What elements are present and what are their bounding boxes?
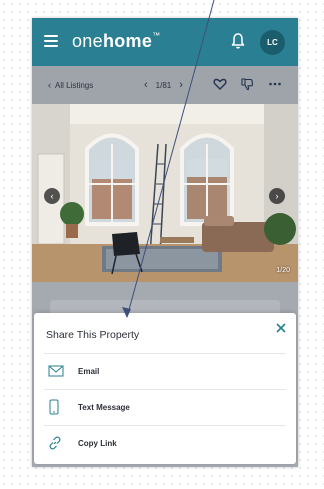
share-sheet: Share This Property Email Text Message C… — [34, 313, 296, 464]
phone-screen: onehome™ LC ‹ All Listings ‹ 1/81 › ‹ › … — [32, 18, 298, 467]
living-room-image — [32, 104, 298, 282]
share-email-option[interactable]: Email — [44, 353, 286, 388]
chevron-left-icon: ‹ — [50, 191, 54, 201]
all-listings-label: All Listings — [55, 80, 94, 90]
listing-pager: ‹ 1/81 › — [144, 79, 183, 91]
onehome-logo[interactable]: onehome™ — [72, 31, 160, 52]
logo-suffix: ™ — [152, 31, 161, 40]
share-sheet-title: Share This Property — [46, 329, 140, 341]
previous-photo-button[interactable]: ‹ — [44, 188, 60, 204]
phone-icon — [48, 399, 70, 415]
share-option-label: Email — [78, 366, 100, 376]
thumbs-down-icon[interactable] — [240, 77, 254, 91]
pager-text: 1/81 — [155, 80, 172, 90]
logo-emphasis: home — [102, 31, 153, 51]
next-listing-chevron-icon[interactable]: › — [179, 79, 183, 91]
app-header: onehome™ LC — [32, 18, 298, 66]
close-icon[interactable] — [274, 321, 288, 335]
avatar[interactable]: LC — [260, 30, 285, 55]
listing-nav-bar: ‹ All Listings ‹ 1/81 › — [32, 66, 298, 104]
photo-counter: 1/20 — [276, 267, 290, 274]
next-photo-button[interactable]: › — [269, 188, 285, 204]
prev-listing-chevron-icon[interactable]: ‹ — [144, 79, 148, 91]
share-copy-link-option[interactable]: Copy Link — [44, 425, 286, 460]
heart-icon[interactable] — [213, 77, 227, 91]
chevron-right-icon: › — [275, 191, 279, 201]
hamburger-menu-icon[interactable] — [44, 35, 58, 47]
property-photo[interactable]: ‹ › 1/20 — [32, 104, 298, 282]
logo-prefix: one — [72, 31, 103, 51]
bell-icon[interactable] — [230, 32, 246, 50]
chevron-left-icon: ‹ — [48, 80, 51, 90]
envelope-icon — [48, 365, 70, 377]
more-icon[interactable] — [268, 77, 282, 91]
all-listings-link[interactable]: ‹ All Listings — [48, 80, 93, 90]
share-option-label: Copy Link — [78, 438, 117, 448]
share-option-label: Text Message — [78, 402, 130, 412]
share-text-message-option[interactable]: Text Message — [44, 389, 286, 424]
link-icon — [48, 436, 70, 450]
